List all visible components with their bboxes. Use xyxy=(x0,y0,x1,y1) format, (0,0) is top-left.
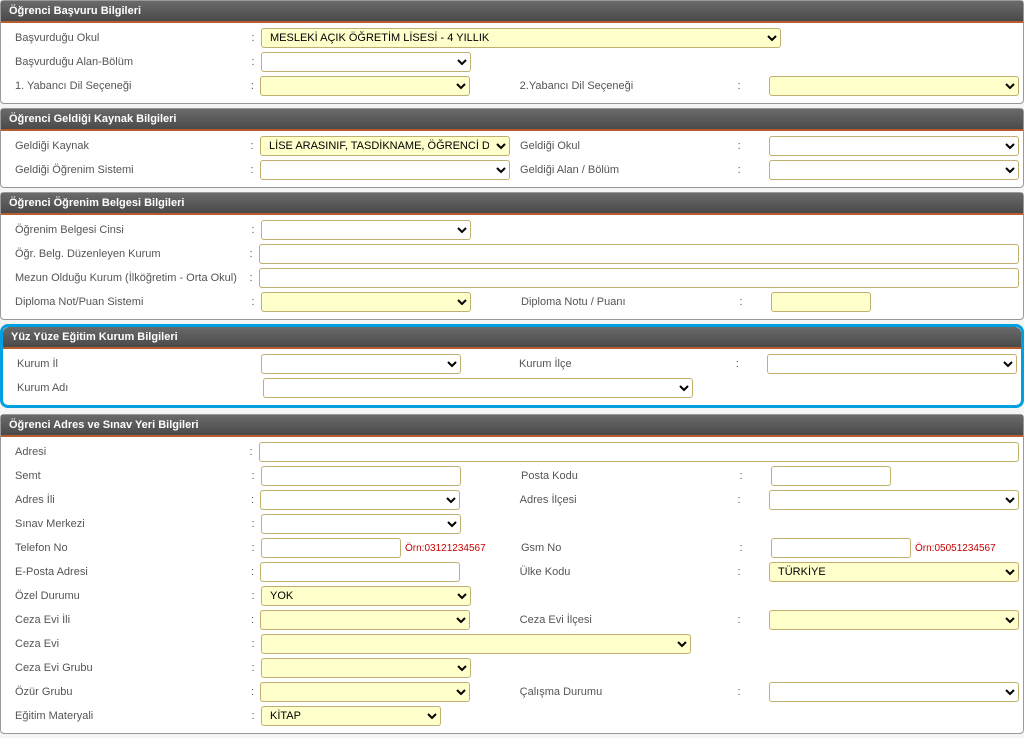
input-gsm[interactable] xyxy=(771,538,911,558)
input-adres[interactable] xyxy=(259,442,1019,462)
select-kurum-il[interactable] xyxy=(261,354,461,374)
label-mezun-kurum: Mezun Olduğu Kurum (İlköğretim - Orta Ok… xyxy=(5,272,243,284)
label-geldigi-alan: Geldiği Alan / Bölüm xyxy=(510,164,709,176)
input-diploma-notu[interactable] xyxy=(771,292,871,312)
select-ceza-il[interactable] xyxy=(260,610,470,630)
select-ozel[interactable]: YOK xyxy=(261,586,471,606)
select-geldigi-kaynak[interactable]: LİSE ARASINIF, TASDİKNAME, ÖĞRENCİ DURUM… xyxy=(260,136,510,156)
label-eposta: E-Posta Adresi xyxy=(5,566,244,578)
select-ceza-evi[interactable] xyxy=(261,634,691,654)
label-adres-il: Adres İli xyxy=(5,494,244,506)
label-kurum-ilce: Kurum İlçe xyxy=(509,358,707,370)
select-ceza-ilce[interactable] xyxy=(769,610,1019,630)
section-basvuru: Öğrenci Başvuru Bilgileri Başvurduğu Oku… xyxy=(0,0,1024,104)
label-semt: Semt xyxy=(5,470,245,482)
select-materyal[interactable]: KİTAP xyxy=(261,706,441,726)
label-geldigi-kaynak: Geldiği Kaynak xyxy=(5,140,244,152)
label-dil2: 2.Yabancı Dil Seçeneği xyxy=(510,80,709,92)
select-adres-ilce[interactable] xyxy=(769,490,1019,510)
label-diploma-sistem: Diploma Not/Puan Sistemi xyxy=(5,296,245,308)
section-header-yuzyuze: Yüz Yüze Eğitim Kurum Bilgileri xyxy=(3,327,1021,349)
select-ozur[interactable] xyxy=(260,682,470,702)
input-posta[interactable] xyxy=(771,466,891,486)
label-ceza-il: Ceza Evi İli xyxy=(5,614,244,626)
select-sinav-merkezi[interactable] xyxy=(261,514,461,534)
section-kaynak: Öğrenci Geldiği Kaynak Bilgileri Geldiği… xyxy=(0,108,1024,188)
label-ulke: Ülke Kodu xyxy=(510,566,709,578)
label-sinav-merkezi: Sınav Merkezi xyxy=(5,518,245,530)
label-dil1: 1. Yabancı Dil Seçeneği xyxy=(5,80,244,92)
label-calisma: Çalışma Durumu xyxy=(510,686,709,698)
label-diploma-notu: Diploma Notu / Puanı xyxy=(511,296,711,308)
label-kurum-ad: Kurum Adı xyxy=(7,382,247,394)
label-adres: Adresi xyxy=(5,446,243,458)
label-materyal: Eğitim Materyali xyxy=(5,710,245,722)
section-header-basvuru: Öğrenci Başvuru Bilgileri xyxy=(1,1,1023,23)
input-telefon[interactable] xyxy=(261,538,401,558)
section-header-adres: Öğrenci Adres ve Sınav Yeri Bilgileri xyxy=(1,415,1023,437)
select-belge-cinsi[interactable] xyxy=(261,220,471,240)
label-basvuru-okul: Başvurduğu Okul xyxy=(5,32,245,44)
select-basvuru-alan[interactable] xyxy=(261,52,471,72)
label-belge-cinsi: Öğrenim Belgesi Cinsi xyxy=(5,224,245,236)
select-ulke[interactable]: TÜRKİYE xyxy=(769,562,1019,582)
section-belge: Öğrenci Öğrenim Belgesi Bilgileri Öğreni… xyxy=(0,192,1024,320)
input-belge-duzenleyen[interactable] xyxy=(259,244,1019,264)
select-dil2[interactable] xyxy=(769,76,1019,96)
hint-telefon: Örn:03121234567 xyxy=(405,543,486,554)
select-kurum-ilce[interactable] xyxy=(767,354,1017,374)
section-adres: Öğrenci Adres ve Sınav Yeri Bilgileri Ad… xyxy=(0,414,1024,734)
select-calisma[interactable] xyxy=(769,682,1019,702)
label-ceza-evi: Ceza Evi xyxy=(5,638,245,650)
input-eposta[interactable] xyxy=(260,562,460,582)
select-geldigi-alan[interactable] xyxy=(769,160,1019,180)
hint-gsm: Örn:05051234567 xyxy=(915,543,996,554)
label-telefon: Telefon No xyxy=(5,542,245,554)
input-mezun-kurum[interactable] xyxy=(259,268,1019,288)
select-dil1[interactable] xyxy=(260,76,470,96)
section-header-belge: Öğrenci Öğrenim Belgesi Bilgileri xyxy=(1,193,1023,215)
label-basvuru-alan: Başvurduğu Alan-Bölüm xyxy=(5,56,245,68)
select-geldigi-okul[interactable] xyxy=(769,136,1019,156)
label-belge-duzenleyen: Öğr. Belg. Düzenleyen Kurum xyxy=(5,248,243,260)
select-basvuru-okul[interactable]: MESLEKİ AÇIK ÖĞRETİM LİSESİ - 4 YILLIK xyxy=(261,28,781,48)
select-geldigi-sistem[interactable] xyxy=(260,160,510,180)
label-ozur: Özür Grubu xyxy=(5,686,244,698)
label-posta: Posta Kodu xyxy=(511,470,711,482)
label-ozel: Özel Durumu xyxy=(5,590,245,602)
select-ceza-grubu[interactable] xyxy=(261,658,471,678)
select-diploma-sistem[interactable] xyxy=(261,292,471,312)
label-adres-ilce: Adres İlçesi xyxy=(510,494,709,506)
label-gsm: Gsm No xyxy=(511,542,711,554)
label-kurum-il: Kurum İl xyxy=(7,358,245,370)
section-yuzyuze-highlight: Yüz Yüze Eğitim Kurum Bilgileri Kurum İl… xyxy=(0,324,1024,408)
label-ceza-grubu: Ceza Evi Grubu xyxy=(5,662,245,674)
section-header-kaynak: Öğrenci Geldiği Kaynak Bilgileri xyxy=(1,109,1023,131)
label-geldigi-sistem: Geldiği Öğrenim Sistemi xyxy=(5,164,244,176)
label-ceza-ilce: Ceza Evi İlçesi xyxy=(510,614,709,626)
select-adres-il[interactable] xyxy=(260,490,460,510)
label-geldigi-okul: Geldiği Okul xyxy=(510,140,709,152)
input-semt[interactable] xyxy=(261,466,461,486)
select-kurum-ad[interactable] xyxy=(263,378,693,398)
